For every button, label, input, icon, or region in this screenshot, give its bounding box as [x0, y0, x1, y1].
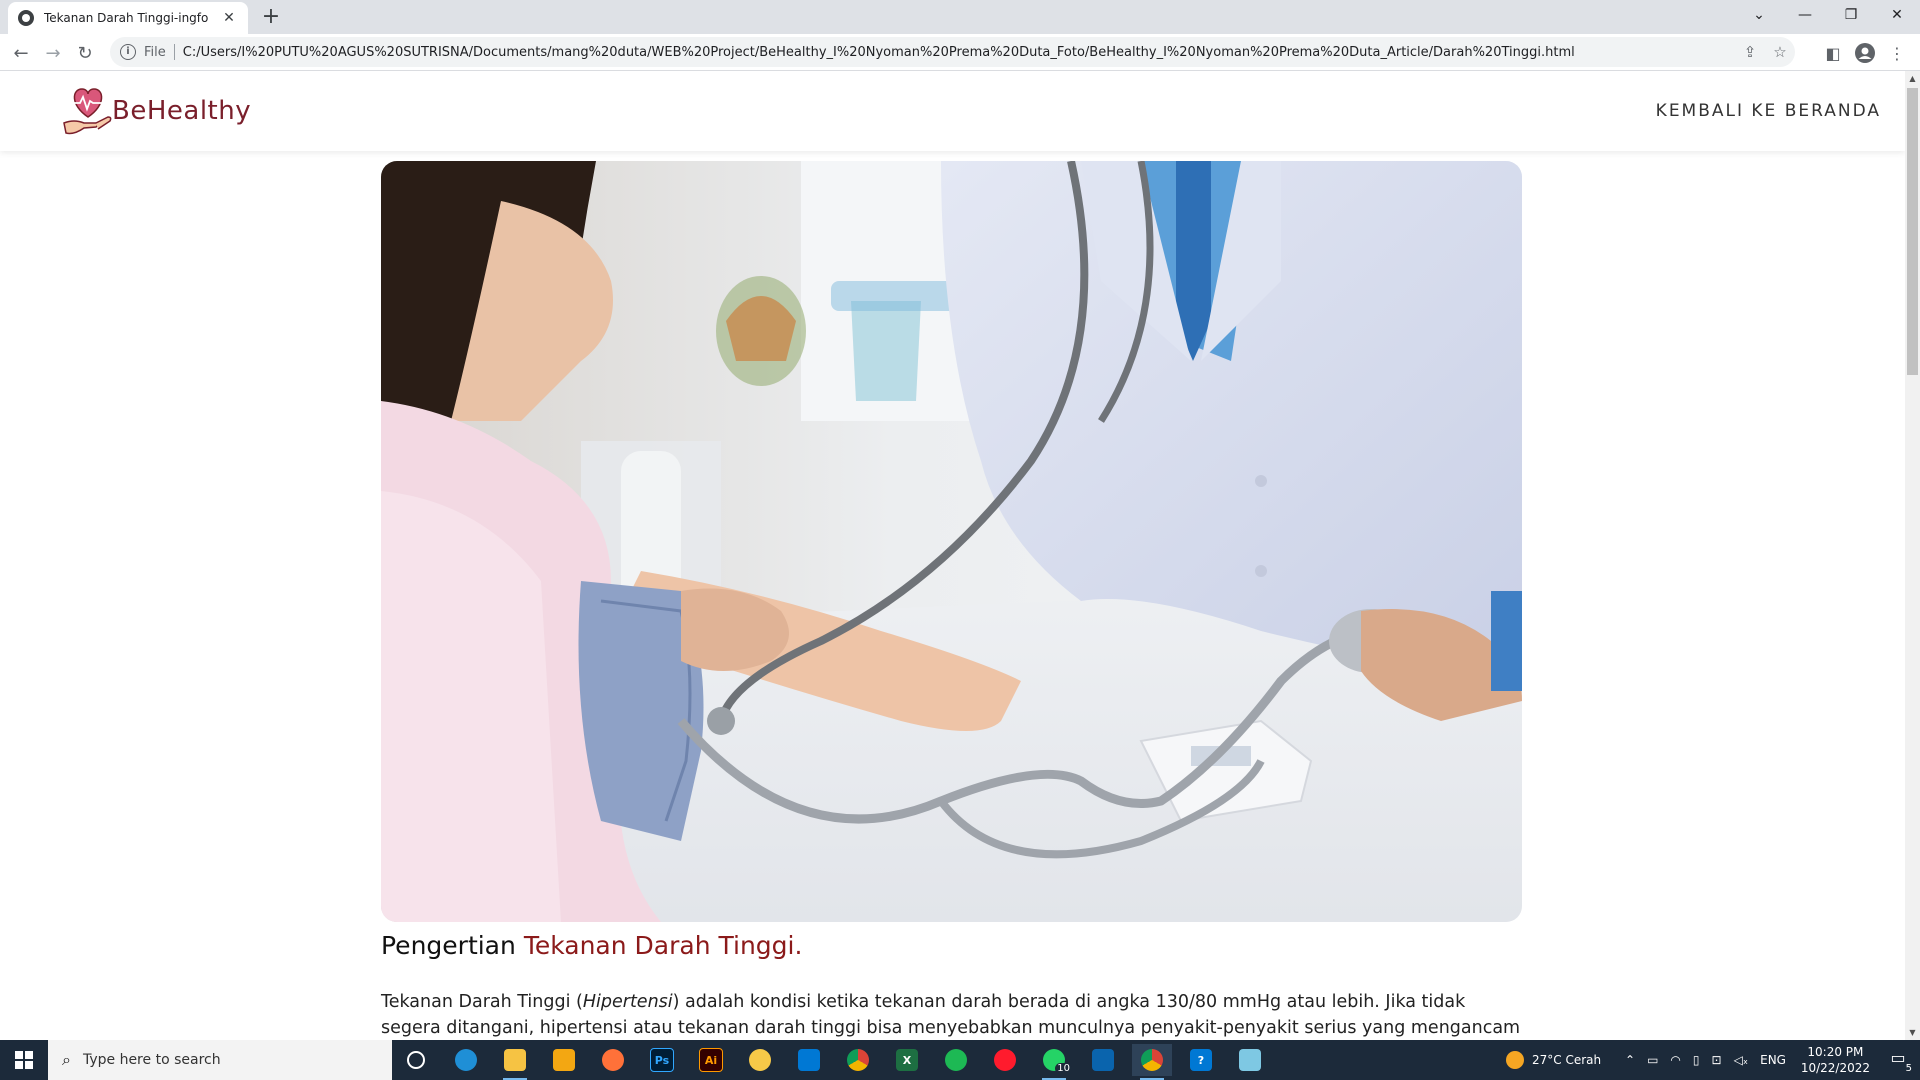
browser-tab-active[interactable]: Tekanan Darah Tinggi-ingfo ✕ [8, 2, 248, 34]
firefox-icon[interactable] [593, 1044, 633, 1076]
vscode-icon[interactable] [789, 1044, 829, 1076]
chrome-active-icon[interactable] [1132, 1044, 1172, 1080]
opera-icon[interactable] [985, 1044, 1025, 1076]
globe-icon [18, 10, 34, 26]
search-icon: ⌕ [62, 1050, 71, 1069]
device-icon[interactable]: ▭ [1647, 1053, 1658, 1067]
article-text-part1: Tekanan Darah Tinggi ( [381, 992, 583, 1012]
spotify-icon[interactable] [936, 1044, 976, 1076]
side-panel-icon[interactable]: ◧ [1820, 40, 1846, 66]
microsoft-store-icon[interactable] [544, 1044, 584, 1076]
scrollbar-thumb[interactable] [1907, 88, 1918, 375]
page-viewport: BeHealthy KEMBALI KE BERANDA Pengertian … [0, 71, 1905, 1040]
network-icon[interactable]: ⊡ [1712, 1053, 1722, 1067]
restore-button[interactable]: ❐ [1828, 0, 1874, 30]
back-arrow-icon[interactable]: ← [8, 40, 34, 66]
windows-start-icon[interactable] [0, 1040, 48, 1080]
logo-text: BeHealthy [112, 96, 252, 126]
site-info-icon[interactable]: i [120, 44, 136, 60]
url-text[interactable]: C:/Users/I%20PUTU%20AGUS%20SUTRISNA/Docu… [183, 45, 1735, 60]
photoshop-icon[interactable]: Ps [642, 1044, 682, 1076]
browser-toolbar: ← → ↻ i File C:/Users/I%20PUTU%20AGUS%20… [0, 34, 1920, 71]
battery-icon[interactable]: ▯ [1693, 1053, 1700, 1067]
reload-icon[interactable]: ↻ [72, 40, 98, 66]
weather-moon-icon [1506, 1051, 1524, 1069]
illustrator-icon[interactable]: Ai [691, 1044, 731, 1076]
notepad-icon[interactable] [1230, 1044, 1270, 1076]
show-hidden-icons-chevron-icon[interactable]: ⌃ [1625, 1053, 1635, 1067]
clock-date: 10/22/2022 [1800, 1061, 1870, 1075]
weather-text: 27°C Cerah [1532, 1053, 1602, 1067]
clock-time: 10:20 PM [1807, 1045, 1864, 1059]
close-window-button[interactable]: ✕ [1874, 0, 1920, 30]
article-text-italic: Hipertensi [582, 992, 673, 1012]
taskbar-clock[interactable]: 10:20 PM 10/22/2022 [1801, 1044, 1870, 1076]
address-divider [173, 44, 175, 60]
browser-tab-strip: Tekanan Darah Tinggi-ingfo ✕ + ⌄ — ❐ ✕ [0, 0, 1920, 34]
taskbar-search-placeholder: Type here to search [82, 1052, 221, 1068]
scroll-down-arrow-icon[interactable]: ▼ [1905, 1025, 1920, 1040]
site-logo[interactable]: BeHealthy [60, 83, 251, 139]
system-tray: ⌃ ▭ ◠ ▯ ⊡ ◁ₓ ENG [1625, 1040, 1786, 1080]
volume-muted-icon[interactable]: ◁ₓ [1734, 1053, 1749, 1067]
page-scrollbar[interactable]: ▲ ▼ [1905, 71, 1920, 1040]
weather-widget[interactable]: 27°C Cerah [1506, 1040, 1601, 1080]
tab-title: Tekanan Darah Tinggi-ingfo [44, 11, 209, 25]
scheme-label: File [144, 44, 166, 60]
article-title-accent: Tekanan Darah Tinggi. [523, 931, 803, 960]
heart-hand-logo-icon [60, 83, 116, 139]
back-to-home-link[interactable]: KEMBALI KE BERANDA [1656, 101, 1881, 121]
wifi-icon[interactable]: ◠ [1670, 1053, 1680, 1067]
browser-menu-icon[interactable]: ⋮ [1884, 40, 1910, 66]
minimize-button[interactable]: — [1782, 0, 1828, 30]
profile-avatar-icon[interactable] [1852, 40, 1878, 66]
excel-icon[interactable]: X [887, 1044, 927, 1076]
notification-count: 5 [1905, 1063, 1912, 1074]
article-title: Pengertian Tekanan Darah Tinggi. [381, 931, 802, 960]
site-header: BeHealthy KEMBALI KE BERANDA [0, 71, 1905, 151]
hero-image-doctor-blood-pressure [381, 161, 1522, 922]
close-tab-icon[interactable]: ✕ [220, 10, 238, 26]
taskbar-search-box[interactable]: ⌕ Type here to search [48, 1040, 392, 1080]
windows-taskbar: ⌕ Type here to search Ps Ai X 10 ? 27°C … [0, 1040, 1920, 1080]
article-paragraph: Tekanan Darah Tinggi (Hipertensi) adalah… [381, 989, 1522, 1040]
chrome-icon[interactable] [838, 1044, 878, 1076]
file-explorer-icon[interactable] [495, 1044, 535, 1080]
whatsapp-badge: 10 [1055, 1063, 1072, 1074]
get-help-icon[interactable]: ? [1181, 1044, 1221, 1076]
new-tab-button[interactable]: + [258, 5, 284, 31]
language-indicator[interactable]: ENG [1760, 1053, 1786, 1067]
whatsapp-icon[interactable]: 10 [1034, 1044, 1074, 1080]
edge-browser-icon[interactable] [446, 1044, 486, 1076]
cortana-icon[interactable] [396, 1044, 436, 1076]
address-bar[interactable]: i File C:/Users/I%20PUTU%20AGUS%20SUTRIS… [110, 37, 1795, 67]
share-icon[interactable]: ⇪ [1735, 43, 1765, 61]
forward-arrow-icon[interactable]: → [40, 40, 66, 66]
tor-browser-icon[interactable] [740, 1044, 780, 1076]
bookmark-star-icon[interactable]: ☆ [1765, 43, 1795, 61]
scroll-up-arrow-icon[interactable]: ▲ [1905, 71, 1920, 86]
notification-center-icon[interactable]: ▭ 5 [1886, 1048, 1912, 1074]
tab-search-icon[interactable]: ⌄ [1736, 0, 1782, 30]
mail-icon[interactable] [1083, 1044, 1123, 1076]
article-title-prefix: Pengertian [381, 931, 524, 960]
